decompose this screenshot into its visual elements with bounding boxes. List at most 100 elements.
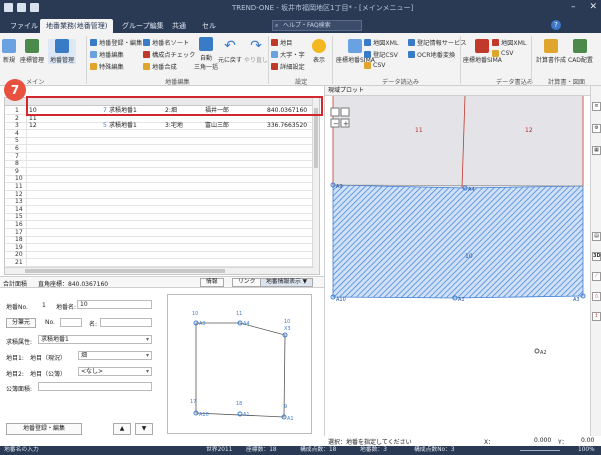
undo-button[interactable]: ↶ 元に戻す [218, 39, 242, 64]
group-settei-label: 設定 [295, 79, 308, 86]
x-value: 0.000 [534, 437, 552, 444]
group-chiban-label: 地番編集 [165, 79, 190, 86]
kyuseki-select[interactable]: 求積地番1 [38, 335, 152, 344]
no-label: No. [45, 319, 55, 326]
zoom-slider[interactable] [520, 450, 560, 451]
ribbon-xml-out[interactable]: 地図XML [492, 38, 526, 47]
minimize-icon[interactable]: – [571, 2, 576, 12]
divider [332, 36, 333, 84]
poly-tool-icon[interactable]: △ [592, 292, 601, 301]
scroll-thumb[interactable] [25, 269, 225, 273]
coord-manage-button[interactable]: 座標管理 [20, 39, 44, 64]
ribbon-detail[interactable]: 詳細設定 [271, 62, 305, 71]
display-info-button[interactable]: 地番情報表示 ▼ [260, 278, 314, 287]
name-field[interactable] [100, 318, 152, 327]
ribbon-xml-in[interactable]: 地図XML [364, 38, 398, 47]
point-tool-icon[interactable]: ↥ [592, 312, 601, 321]
point-label: A4 [468, 187, 475, 193]
scroll-thumb[interactable] [314, 108, 318, 168]
table-icon[interactable]: ▦ [592, 146, 601, 155]
chimoku-kobo-select[interactable]: <なし> [78, 367, 152, 376]
window-title: TREND-ONE - 坂井市福岡地区1丁目* - [メインメニュー] [232, 4, 414, 12]
map-canvas[interactable]: 11 12 10 A10 A4 A1 A9 A2 A3 − + [325, 96, 591, 436]
xml-icon [364, 39, 371, 46]
service-icon [408, 39, 415, 46]
chimoku2-label: 地目2: [6, 371, 24, 378]
help-search-input[interactable]: ⌕ ヘルプ・FAQ検索 [272, 20, 362, 31]
new-button[interactable]: 新規 [2, 39, 16, 64]
tab-cell[interactable]: セル [196, 19, 222, 33]
ribbon-sort[interactable]: 地番名ソート [143, 38, 189, 47]
divider [86, 36, 87, 84]
ribbon-touki-csv[interactable]: 登記CSV [364, 50, 398, 59]
ribbon-csv-out[interactable]: CSV [492, 50, 513, 57]
ribbon-chiban-edit[interactable]: 地番編集 [90, 50, 124, 59]
grid-vertical-scrollbar[interactable] [312, 98, 319, 274]
sankaku-button[interactable]: 自動 三角一括 [194, 37, 218, 71]
preview-label: A10 [199, 412, 209, 418]
calc-sheet-button[interactable]: 計算書作成 [536, 39, 566, 64]
info-button[interactable]: 情報 [200, 278, 224, 287]
ribbon-oaza[interactable]: 大字・字 [271, 50, 305, 59]
status-bar: 地番名の入力 世界2011 座標数：18 構成点数：18 地番数：3 構成点数N… [0, 446, 601, 455]
detail-icon [271, 63, 278, 70]
preview-label: 10 [284, 319, 290, 325]
grid-horizontal-scrollbar[interactable] [5, 267, 314, 274]
ribbon-check[interactable]: 構成点チェック [143, 50, 195, 59]
divider [268, 36, 269, 84]
layer-icon[interactable]: ▤ [592, 232, 601, 241]
chiban-name-label: 地番名: [56, 304, 77, 311]
no-field[interactable] [60, 318, 82, 327]
parcel-gray [333, 96, 583, 188]
zoom-window-button[interactable] [340, 107, 350, 117]
display-button[interactable]: 表示 [312, 39, 326, 64]
csv-icon [364, 51, 371, 58]
register-edit-button[interactable]: 地番登録・編集 [6, 423, 82, 435]
tab-chiban[interactable]: 地番業務(地番管理) [40, 19, 114, 33]
ribbon-touki-service[interactable]: 登記情報サービス [408, 38, 467, 47]
zoom-extent-button[interactable] [330, 107, 340, 117]
kohousyo-field[interactable] [38, 382, 152, 391]
move-down-button[interactable]: ▼ [135, 423, 153, 435]
close-icon[interactable]: ✕ [589, 2, 597, 12]
gear-icon[interactable]: ⚙ [592, 124, 601, 133]
menu-icon[interactable]: ≡ [592, 102, 601, 111]
redo-button[interactable]: ↷ やり直し [244, 39, 268, 64]
ribbon-chiban-register[interactable]: 地番登録・編集 [90, 38, 142, 47]
info-bar: 合計面積 直角座標：840.0367160 情報 リンク 地番情報表示 ▼ [0, 276, 324, 288]
move-up-button[interactable]: ▲ [113, 423, 131, 435]
line-tool-icon[interactable]: ⟋ [592, 272, 601, 281]
ribbon-merge[interactable]: 地番合成 [143, 62, 177, 71]
point-label: A2 [540, 350, 547, 356]
chimoku-genkyo-label: 地目（現況） [30, 355, 67, 362]
chiban-name-field[interactable]: 10 [77, 300, 152, 309]
ribbon-csv-in[interactable]: CSV [364, 62, 385, 69]
merge-icon [143, 63, 150, 70]
save-icon[interactable] [17, 3, 26, 12]
ribbon-ocr[interactable]: OCR地番変換 [408, 50, 455, 59]
preview-label: 18 [236, 401, 242, 407]
new-icon [2, 39, 16, 53]
preview-label: 17 [190, 399, 196, 405]
view-3d-button[interactable]: 3D [592, 252, 601, 261]
calc-icon [544, 39, 558, 53]
chiban-manage-button[interactable]: 地番管理 [48, 39, 77, 64]
tab-common[interactable]: 共通 [166, 19, 192, 33]
tab-group[interactable]: グループ編集 [116, 19, 170, 33]
ribbon-special-edit[interactable]: 特殊編集 [90, 62, 124, 71]
help-icon[interactable]: ? [551, 20, 561, 30]
ribbon-chimoku[interactable]: 地目 [271, 38, 292, 47]
open-icon[interactable] [30, 3, 39, 12]
tab-file[interactable]: ファイル [4, 19, 44, 33]
cad-button[interactable]: CAD配置 [568, 39, 593, 64]
sima-icon [348, 39, 363, 53]
status-kousei: 構成点数：18 [300, 447, 337, 453]
bunka-button[interactable]: 分筆元 [6, 318, 36, 328]
group-main-label: メイン [26, 79, 45, 86]
edit-icon [90, 51, 97, 58]
chimoku-genkyo-select[interactable]: 畑 [78, 351, 152, 360]
parcel-label: 12 [525, 127, 533, 134]
chimoku1-label: 地目1: [6, 355, 24, 362]
name-label: 名: [89, 321, 98, 328]
link-button[interactable]: リンク [232, 278, 262, 287]
